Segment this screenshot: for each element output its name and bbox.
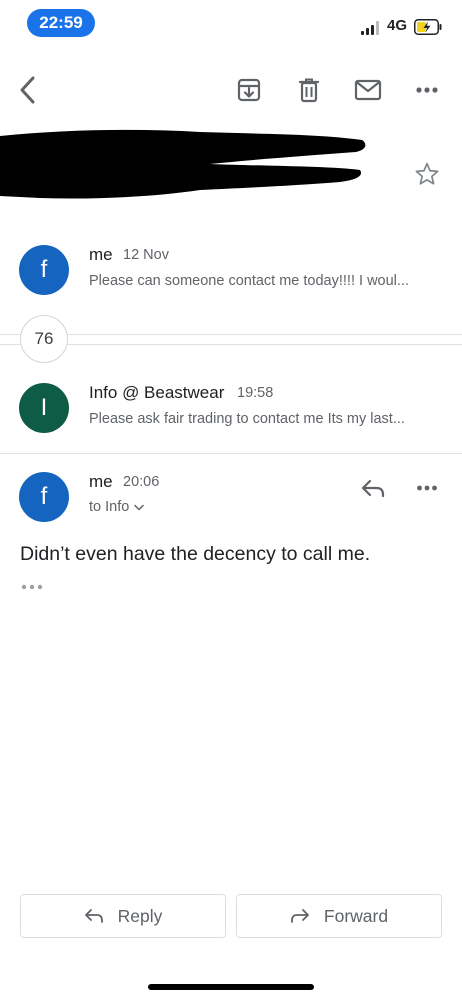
message-date: 12 Nov [123,247,169,263]
message-date: 20:06 [123,474,160,490]
avatar: f [19,245,69,295]
signal-icon [361,21,379,35]
chevron-down-icon [134,504,145,510]
star-icon [415,162,439,185]
message-more-button[interactable] [410,474,444,502]
mark-unread-button[interactable] [350,72,386,108]
delete-button[interactable] [291,72,327,108]
redacted-subject [0,129,366,199]
collapsed-divider [0,334,462,335]
recipient-label: to Info [89,499,130,515]
reply-icon [84,909,103,923]
avatar: I [19,383,69,433]
collapsed-divider [0,344,462,345]
forward-label: Forward [323,905,389,926]
chevron-left-icon [20,76,35,104]
message-date: 19:58 [237,385,274,401]
trash-icon [298,78,320,103]
more-options-button[interactable] [409,72,445,108]
message-snippet: Please can someone contact me today!!!! … [89,273,409,289]
sender-name: Info @ Beastwear [89,383,225,402]
message-body: Didn’t even have the decency to call me. [20,543,371,565]
archive-icon [237,78,261,102]
sender-name: me [89,245,113,264]
message-toolbar [0,60,462,120]
archive-button[interactable] [231,72,267,108]
message-divider [0,453,462,454]
status-time: 22:59 [27,9,95,37]
sender-name: me [89,472,113,491]
show-trimmed-content-button[interactable] [20,580,44,594]
message-snippet: Please ask fair trading to contact me It… [89,411,405,427]
forward-icon [291,909,309,923]
reply-icon [361,479,385,498]
battery-charging-icon [414,19,442,35]
status-bar: 22:59 4G [0,0,462,46]
star-button[interactable] [411,158,443,190]
reply-icon-button[interactable] [358,474,388,502]
forward-button[interactable]: Forward [236,894,442,938]
mail-icon [354,79,382,101]
home-indicator [148,984,314,990]
collapsed-messages-count[interactable]: 76 [20,315,68,363]
back-button[interactable] [10,72,46,108]
network-label: 4G [387,17,408,34]
recipient-details-toggle[interactable]: to Info [89,499,145,515]
reply-button[interactable]: Reply [20,894,226,938]
avatar: f [19,472,69,522]
more-horizontal-icon [416,87,438,93]
reply-label: Reply [117,905,163,926]
more-horizontal-icon [417,485,437,491]
ellipsis-icon [21,584,43,590]
